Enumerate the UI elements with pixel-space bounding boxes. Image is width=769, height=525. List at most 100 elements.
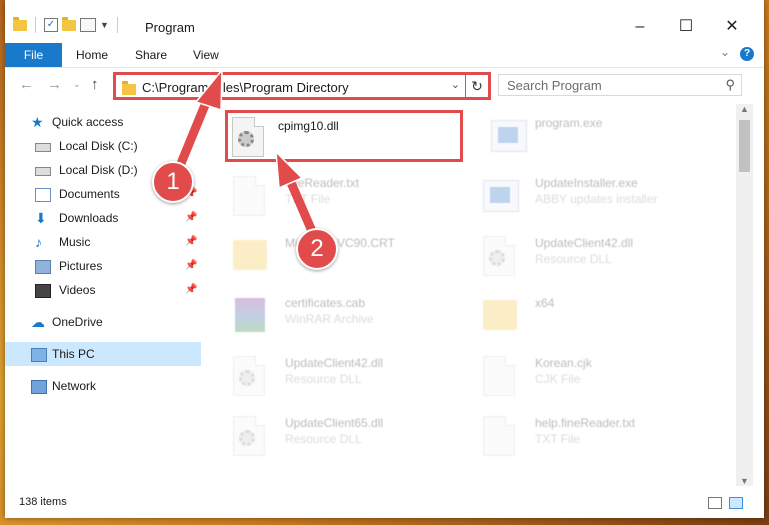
sidebar-item-label: Pictures	[59, 259, 103, 273]
properties-check-icon[interactable]: ✓	[44, 18, 58, 32]
minimize-button[interactable]: –	[617, 13, 663, 41]
sidebar-item-quick-access[interactable]: ★ Quick access	[5, 110, 201, 134]
sidebar-item-label: Videos	[59, 283, 96, 297]
chevron-down-icon[interactable]: ⌄	[451, 78, 460, 91]
sidebar-item-pictures[interactable]: Pictures 📌	[5, 254, 201, 278]
search-input[interactable]: Search Program ⚲	[498, 74, 742, 96]
step-badge-1: 1	[152, 161, 194, 203]
pin-icon[interactable]: 📌	[185, 254, 197, 278]
file-item[interactable]: certificates.cab WinRAR Archive	[215, 288, 455, 340]
star-icon: ★	[31, 114, 44, 130]
archive-file-icon	[233, 296, 269, 336]
tiles-view-icon[interactable]	[729, 497, 743, 509]
help-icon[interactable]: ?	[740, 47, 754, 61]
file-name: program.exe	[535, 116, 603, 130]
sidebar-item-label: Quick access	[52, 115, 124, 129]
scroll-down-icon[interactable]: ▼	[740, 476, 749, 486]
up-arrow-icon[interactable]: ↑	[91, 76, 99, 93]
scrollbar-thumb[interactable]	[739, 120, 750, 172]
file-type: TXT File	[535, 432, 581, 446]
file-type: Resource DLL	[285, 432, 362, 446]
toolbar-divider	[116, 17, 118, 33]
file-name: help.fineReader.txt	[535, 416, 636, 430]
ribbon-expand-icon[interactable]: ⌄	[720, 45, 730, 59]
sidebar-item-label: This PC	[52, 347, 95, 361]
file-name: cpimg10.dll	[278, 119, 339, 133]
file-item[interactable]: x64	[465, 288, 705, 340]
folder-icon[interactable]	[13, 16, 27, 31]
title-bar: ✓ ▼ Program – ☐ ✕	[5, 0, 764, 43]
vertical-scrollbar[interactable]: ▲ ▼	[736, 104, 753, 486]
exe-file-icon	[491, 116, 527, 156]
exe-file-icon	[483, 176, 519, 216]
text-file-icon	[483, 416, 519, 456]
scroll-up-icon[interactable]: ▲	[740, 104, 749, 114]
sidebar-item-label: Local Disk (C:)	[59, 139, 138, 153]
file-name: UpdateClient42.dll	[535, 236, 634, 250]
sidebar-item-label: OneDrive	[52, 315, 103, 329]
file-name: UpdateInstaller.exe	[535, 176, 638, 190]
videos-icon	[35, 284, 51, 298]
file-item[interactable]: UpdateClient42.dll Resource DLL	[215, 348, 455, 400]
dll-file-icon	[233, 356, 269, 396]
file-name: UpdateClient42.dll	[285, 356, 384, 370]
details-view-icon[interactable]	[708, 497, 722, 509]
refresh-icon[interactable]: ↻	[465, 75, 488, 97]
back-arrow-icon[interactable]: ←	[19, 76, 34, 93]
text-file-icon	[483, 356, 519, 396]
item-count: 138 items	[19, 496, 67, 508]
tab-view[interactable]: View	[193, 43, 219, 67]
sidebar-item-label: Documents	[59, 187, 120, 201]
tab-file[interactable]: File	[5, 43, 62, 67]
customize-icon[interactable]	[80, 18, 96, 32]
sidebar-item-local-disk-c[interactable]: Local Disk (C:)	[5, 134, 201, 158]
sidebar-item-music[interactable]: ♪ Music 📌	[5, 230, 201, 254]
file-list: cpimg10.dll program.exe fineReader.txt T…	[209, 104, 736, 486]
dll-file-icon	[483, 236, 519, 276]
folder-icon	[483, 296, 519, 336]
address-path[interactable]: C:\Program Files\Program Directory	[142, 80, 349, 95]
file-item[interactable]: fineReader.txt TXT File	[215, 168, 455, 220]
dll-file-icon	[233, 416, 269, 456]
close-button[interactable]: ✕	[709, 13, 755, 41]
ribbon-tabs: File Home Share View ⌄ ?	[5, 43, 764, 68]
dll-file-icon	[232, 117, 268, 157]
pc-icon	[31, 348, 47, 362]
toolbar-divider	[35, 17, 36, 33]
pin-icon[interactable]: 📌	[185, 206, 197, 230]
sidebar-item-label: Network	[52, 379, 97, 393]
sidebar-item-onedrive[interactable]: ☁ OneDrive	[5, 310, 201, 334]
recent-locations-icon[interactable]: ⌄	[73, 79, 81, 90]
search-icon[interactable]: ⚲	[725, 77, 735, 93]
file-item-cpimg10-dll[interactable]: cpimg10.dll	[225, 110, 463, 162]
drive-icon	[35, 167, 51, 176]
file-name: x64	[535, 296, 555, 310]
pin-icon[interactable]: 📌	[185, 230, 197, 254]
sidebar-item-this-pc[interactable]: This PC	[5, 342, 201, 366]
sidebar-item-network[interactable]: Network	[5, 374, 201, 398]
forward-arrow-icon[interactable]: →	[47, 76, 62, 93]
file-item[interactable]: help.fineReader.txt TXT File	[465, 408, 705, 460]
sidebar-item-videos[interactable]: Videos 📌	[5, 278, 201, 302]
file-item[interactable]: Korean.cjk CJK File	[465, 348, 705, 400]
sidebar-item-label: Music	[59, 235, 91, 249]
file-item[interactable]: UpdateInstaller.exe ABBY updates install…	[465, 168, 705, 220]
cloud-icon: ☁	[31, 314, 45, 330]
file-name: UpdateClient65.dll	[285, 416, 384, 430]
address-bar[interactable]: C:\Program Files\Program Directory ⌄ ↻	[113, 72, 491, 100]
window-title: Program	[145, 20, 195, 35]
sidebar-item-label: Downloads	[59, 211, 119, 225]
chevron-down-icon[interactable]: ▼	[100, 20, 109, 30]
pin-icon[interactable]: 📌	[185, 278, 197, 302]
file-item[interactable]: UpdateClient65.dll Resource DLL	[215, 408, 455, 460]
file-type: ABBY updates installer	[535, 192, 658, 206]
maximize-button[interactable]: ☐	[663, 13, 709, 41]
tab-home[interactable]: Home	[76, 43, 108, 67]
sidebar-item-downloads[interactable]: ⬇ Downloads 📌	[5, 206, 201, 230]
new-folder-icon[interactable]	[62, 16, 76, 31]
file-item[interactable]: program.exe	[473, 108, 713, 160]
tab-share[interactable]: Share	[135, 43, 167, 67]
network-icon	[31, 380, 47, 394]
music-icon: ♪	[35, 234, 42, 250]
file-item[interactable]: UpdateClient42.dll Resource DLL	[465, 228, 705, 280]
